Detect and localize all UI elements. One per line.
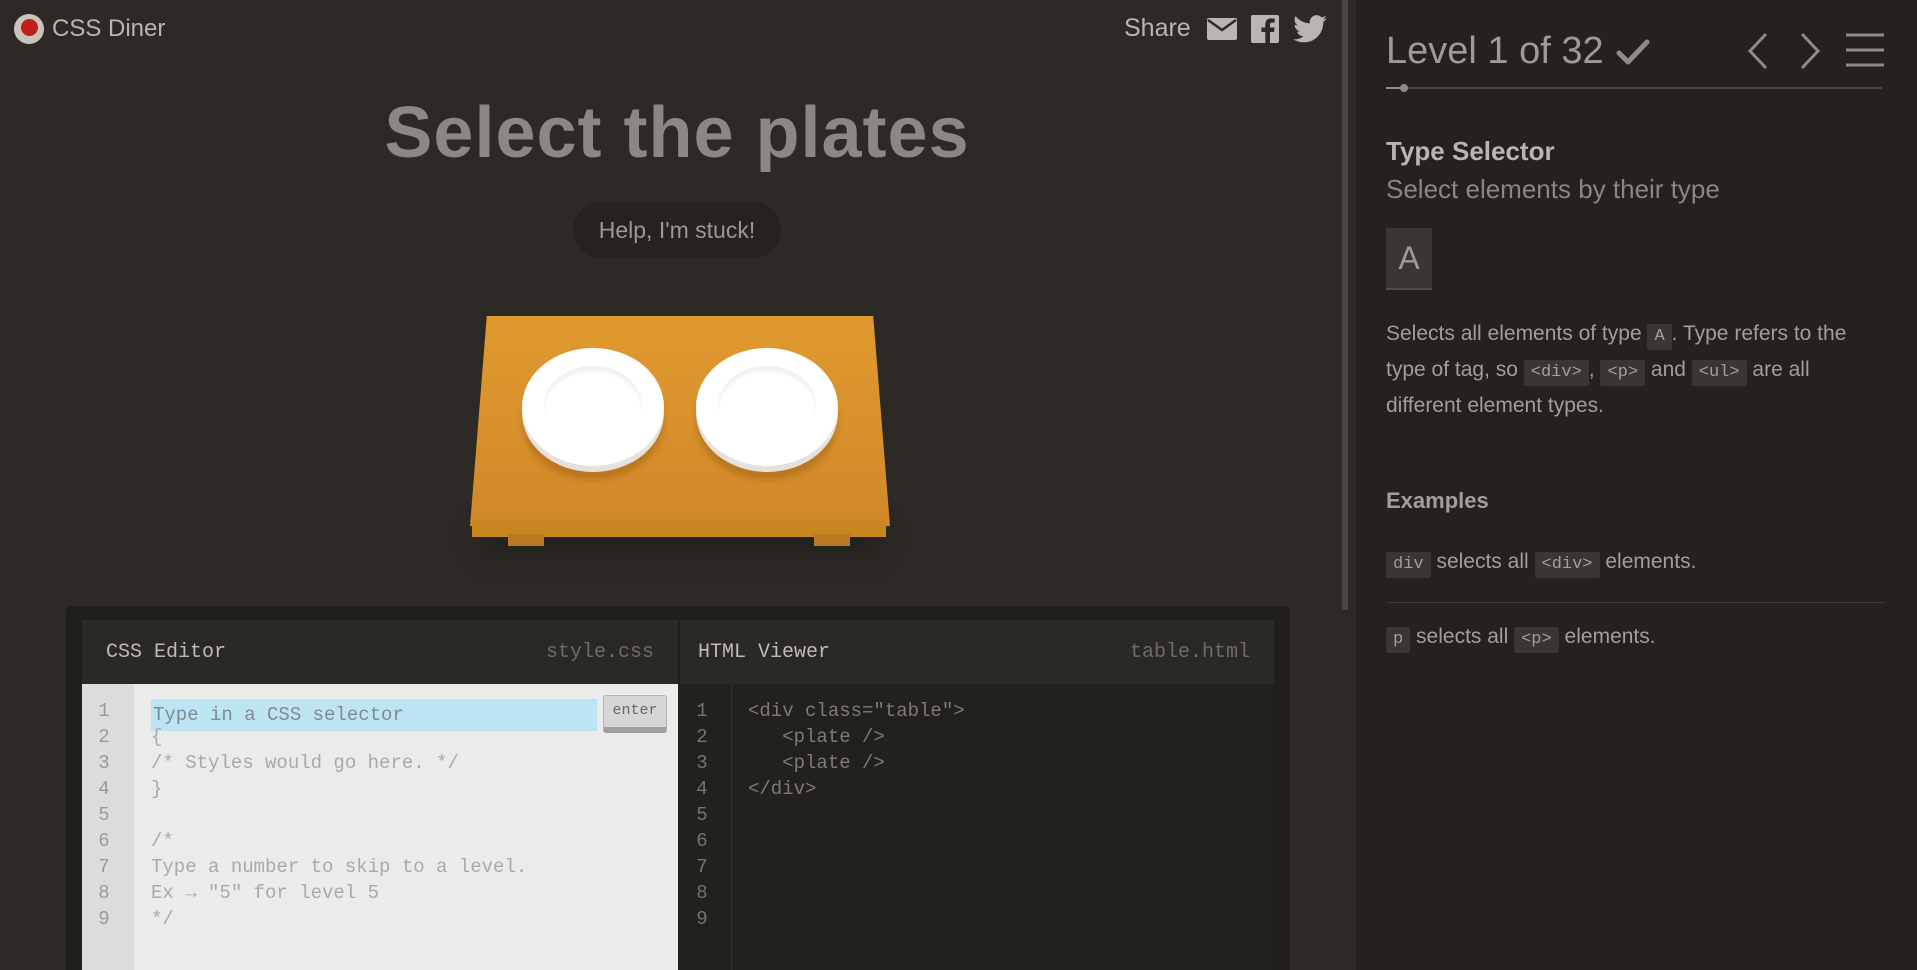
level-title: Level 1 of 32 xyxy=(1386,30,1604,72)
example-selector: p xyxy=(1386,627,1411,653)
html-line[interactable]: <plate /> xyxy=(748,752,885,774)
logo-icon xyxy=(14,14,44,44)
line-number: 4 xyxy=(696,778,708,800)
line-number: 1 xyxy=(696,700,708,722)
plate[interactable] xyxy=(522,348,664,466)
examples-title: Examples xyxy=(1386,488,1489,513)
html-viewer-title: HTML Viewer xyxy=(698,640,831,664)
example-suffix: elements. xyxy=(1605,550,1697,573)
html-line[interactable]: <plate /> xyxy=(748,726,885,748)
line-number: 8 xyxy=(696,882,708,904)
code-line: /* Styles would go here. */ xyxy=(151,752,459,774)
css-editor: 1 2 3 4 5 6 7 8 9 enter { /* Styles woul… xyxy=(82,684,678,970)
hint-text: and xyxy=(1645,358,1692,381)
line-number: 3 xyxy=(696,752,708,774)
html-viewer-header: HTML Viewer table.html xyxy=(680,620,1274,684)
selector-title: Select elements by their type xyxy=(1386,174,1720,204)
code-line: } xyxy=(151,778,163,800)
code-line: { xyxy=(151,726,163,748)
menu-icon[interactable] xyxy=(1844,32,1886,68)
hint-text: Selects all elements of type xyxy=(1386,322,1648,345)
example-suffix: elements. xyxy=(1564,625,1656,648)
code-line: Ex → "5" for level 5 xyxy=(151,882,380,904)
line-number: 3 xyxy=(98,752,110,774)
hint-tag: <div> xyxy=(1523,360,1589,386)
line-number: 2 xyxy=(98,726,110,748)
html-file-name: table.html xyxy=(1129,640,1250,664)
example-element: <p> xyxy=(1514,627,1559,653)
line-number: 7 xyxy=(696,856,708,878)
css-editor-title: CSS Editor xyxy=(106,640,227,664)
table-leg xyxy=(508,534,544,546)
example-item: div selects all <div> elements. xyxy=(1386,550,1696,578)
hint-tag: <p> xyxy=(1600,360,1646,386)
share-label: Share xyxy=(1124,14,1191,42)
dinner-table xyxy=(470,316,890,566)
line-number: 4 xyxy=(98,778,110,800)
line-number: 9 xyxy=(98,908,110,930)
line-number: 6 xyxy=(98,830,110,852)
css-editor-header: CSS Editor style.css xyxy=(82,620,678,684)
selector-syntax: A xyxy=(1386,228,1432,290)
code-line: /* xyxy=(151,830,174,852)
line-number: 8 xyxy=(98,882,110,904)
html-viewer: 1 2 3 4 5 6 7 8 9 <div class="table"> <p… xyxy=(680,684,1274,970)
plate[interactable] xyxy=(696,348,838,466)
example-text: selects all xyxy=(1436,550,1529,573)
enter-button[interactable]: enter xyxy=(603,695,667,733)
line-number: 9 xyxy=(696,908,708,930)
example-text: selects all xyxy=(1416,625,1509,648)
line-number: 6 xyxy=(696,830,708,852)
css-file-name: style.css xyxy=(545,640,654,664)
selector-name: Type Selector xyxy=(1386,136,1555,166)
app-logo[interactable]: CSS Diner xyxy=(14,14,165,44)
line-number: 5 xyxy=(98,804,110,826)
panel-divider[interactable] xyxy=(1342,0,1348,610)
example-element: <div> xyxy=(1534,552,1600,578)
line-number: 2 xyxy=(696,726,708,748)
level-progress-track xyxy=(1386,87,1882,89)
level-progress-marker xyxy=(1400,84,1408,92)
line-number: 7 xyxy=(98,856,110,878)
app-name: CSS Diner xyxy=(52,15,166,42)
code-line: */ xyxy=(151,908,174,930)
twitter-icon[interactable] xyxy=(1292,14,1327,43)
code-line: Type a number to skip to a level. xyxy=(151,856,528,878)
help-button[interactable]: Help, I'm stuck! xyxy=(573,202,781,258)
checkmark-icon xyxy=(1616,39,1650,64)
hint-tag: A xyxy=(1647,324,1672,350)
level-hint: Selects all elements of type A. Type ref… xyxy=(1386,316,1886,424)
level-instruction: Select the plates xyxy=(384,93,970,173)
hint-tag: <ul> xyxy=(1691,360,1747,386)
line-number: 1 xyxy=(98,700,110,722)
share-bar: Share xyxy=(1124,14,1327,43)
line-number: 5 xyxy=(696,804,708,826)
table-leg xyxy=(814,534,850,546)
example-selector: div xyxy=(1386,552,1431,578)
example-item: p selects all <p> elements. xyxy=(1386,625,1656,653)
facebook-icon[interactable] xyxy=(1250,14,1279,43)
chevron-right-icon[interactable] xyxy=(1796,30,1824,72)
hint-text: , xyxy=(1588,358,1601,381)
chevron-left-icon[interactable] xyxy=(1744,30,1772,72)
html-line[interactable]: </div> xyxy=(748,778,816,800)
level-header: Level 1 of 32 xyxy=(1386,30,1650,73)
example-divider xyxy=(1386,602,1886,603)
css-selector-input[interactable] xyxy=(151,699,597,731)
level-sidebar: Level 1 of 32 Type Selector Select eleme… xyxy=(1356,0,1917,970)
email-icon[interactable] xyxy=(1206,17,1237,40)
html-line[interactable]: <div class="table"> xyxy=(748,700,965,722)
